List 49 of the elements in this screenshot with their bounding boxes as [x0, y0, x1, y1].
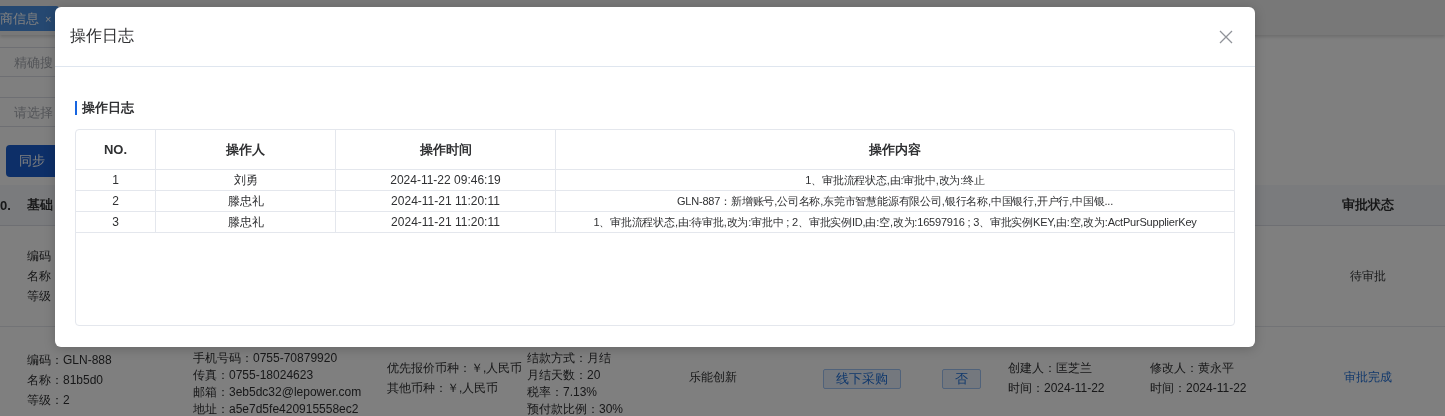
table-cell: 滕忠礼 — [156, 212, 336, 232]
table-cell-text: GLN-887：新增账号,公司名称,东莞市智慧能源有限公司,银行名称,中国银行,开户行,中国银... — [675, 194, 1115, 209]
field-text: 结款方式：月结 — [527, 350, 612, 367]
field-text: 编码：GLN-888 — [27, 352, 112, 369]
field-text: 创建人：匡芝兰 — [1008, 360, 1093, 377]
field-text: 优先报价币种：￥,人民币 — [387, 360, 523, 377]
approval-status: 审批完成 — [1343, 369, 1392, 386]
table-cell: 3 — [76, 212, 156, 232]
field-text: 时间：2024-11-22 — [1150, 380, 1247, 397]
field-text: 时间：2024-11-22 — [1008, 380, 1105, 397]
field-text: 税率：7.13% — [527, 384, 599, 401]
column-header: 操作人 — [156, 130, 336, 169]
field-text: 修改人：黄永平 — [1150, 360, 1235, 377]
table-cell: 1 — [76, 170, 156, 190]
purchase-type-tag: 线下采购 — [823, 369, 901, 389]
column-header: NO. — [76, 130, 156, 169]
table-cell: 2024-11-22 09:46:19 — [336, 170, 556, 190]
dialog-title: 操作日志 — [70, 26, 134, 46]
page-tab[interactable]: 商信息 × — [0, 6, 60, 31]
field-text: 月结天数：20 — [527, 367, 602, 384]
brand-text: 乐能创新 — [688, 369, 737, 386]
column-header: 基础 — [27, 196, 53, 214]
field-text: 邮箱：3eb5dc32@lepower.com — [193, 384, 362, 401]
field-text: 名称：81b5d0 — [27, 372, 105, 389]
column-header: 0. — [0, 197, 11, 213]
field-text: 地址：a5e7d5fe420915558ec2 — [193, 401, 360, 416]
field-text: 手机号码：0755-70879920 — [193, 350, 339, 367]
field-text: 编码 — [27, 248, 51, 265]
table-cell: 2024-11-21 11:20:11 — [336, 191, 556, 211]
column-header: 操作内容 — [868, 141, 922, 159]
table-cell: 刘勇 — [156, 170, 336, 190]
section-title: 操作日志 — [82, 99, 134, 117]
section-marker — [75, 101, 77, 115]
table-cell: 滕忠礼 — [156, 191, 336, 211]
table-cell-text: 1、审批流程状态,由:审批中,改为:终止 — [804, 173, 986, 188]
approval-status: 待审批 — [1349, 267, 1386, 285]
close-icon[interactable] — [1219, 29, 1233, 44]
table-cell: 2 — [76, 191, 156, 211]
field-text: 其他币种：￥,人民币 — [387, 380, 500, 397]
table-cell-text: 1、审批流程状态,由:待审批,改为:审批中 ; 2、审批实例ID,由:空,改为:16597916 ; 3、审批实例KEY,由:空,改为:ActPurSupplierKey — [592, 215, 1198, 230]
column-header: 操作时间 — [336, 130, 556, 169]
field-text: 名称 — [27, 268, 51, 285]
column-header: 审批状态 — [1341, 196, 1394, 214]
flag-tag: 否 — [942, 369, 981, 389]
field-text: 预付款比例：30% — [527, 401, 624, 416]
field-text: 等级 — [27, 288, 51, 305]
field-text: 等级：2 — [27, 392, 71, 409]
field-text: 传真：0755-18024623 — [193, 367, 315, 384]
table-cell: 2024-11-21 11:20:11 — [336, 212, 556, 232]
